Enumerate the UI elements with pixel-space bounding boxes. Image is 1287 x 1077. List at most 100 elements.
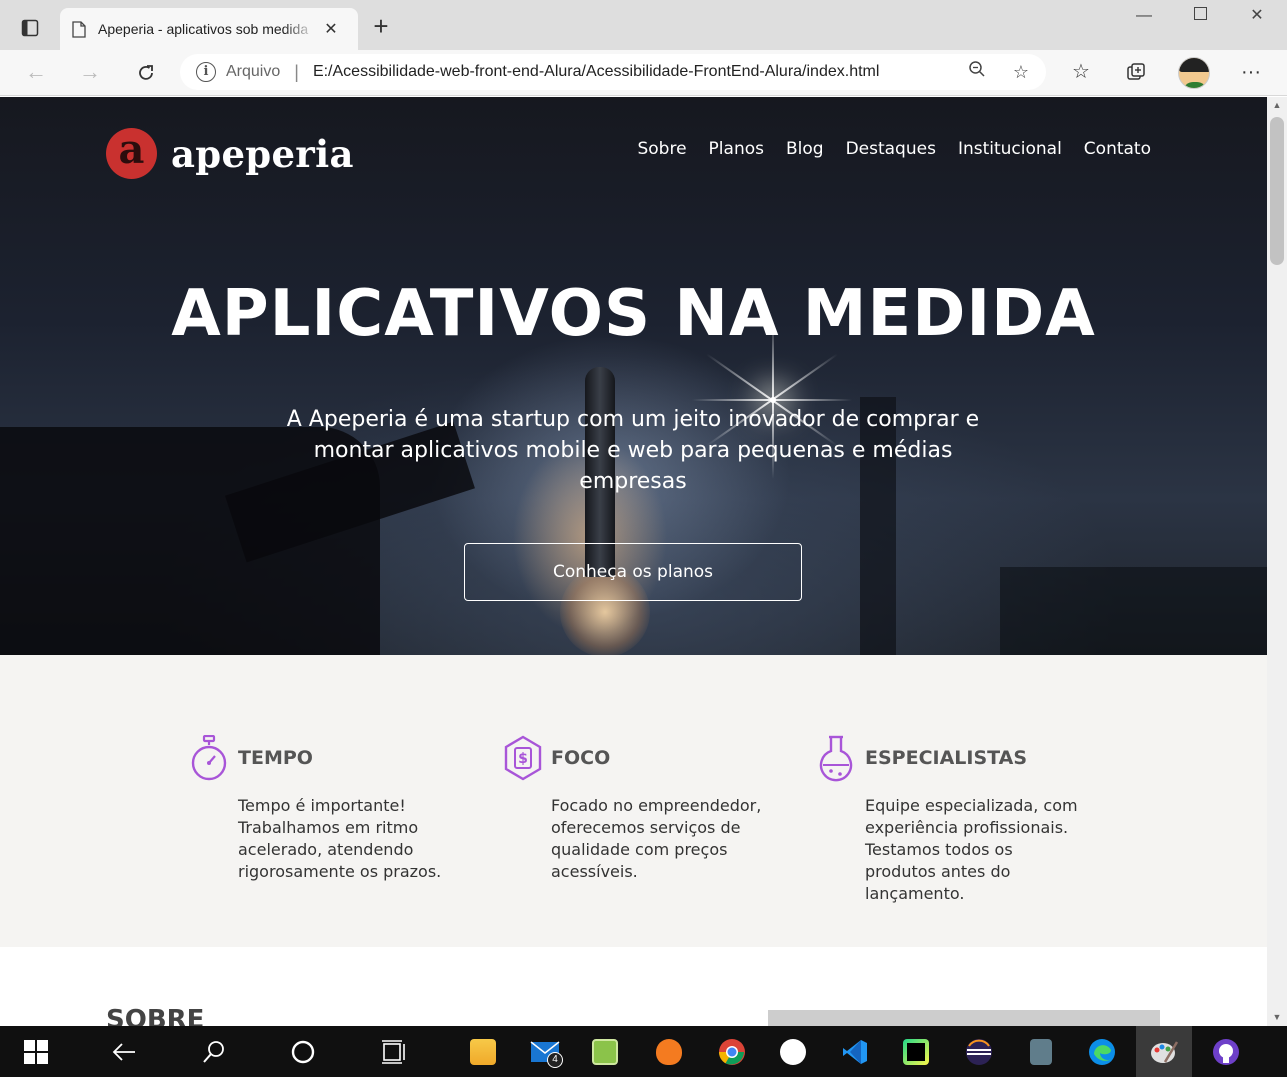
edge-button[interactable] — [1074, 1026, 1130, 1077]
pycharm-icon — [903, 1038, 929, 1065]
taskbar-back-button[interactable] — [96, 1026, 152, 1077]
start-button[interactable] — [8, 1026, 64, 1077]
file-explorer-icon — [470, 1038, 496, 1065]
close-tab-icon[interactable]: ✕ — [322, 19, 340, 39]
feature-text: Focado no empreendedor, oferecemos servi… — [551, 796, 762, 881]
url-text[interactable]: E:/Acessibilidade-web-front-end-Alura/Ac… — [313, 63, 879, 81]
task-view-icon — [382, 1039, 405, 1064]
new-tab-button[interactable]: + — [366, 12, 396, 42]
menu-item-contato[interactable]: Contato — [1084, 139, 1151, 159]
tab-title: Apeperia - aplicativos sob medida — [98, 21, 309, 37]
address-label: Arquivo — [226, 63, 281, 80]
address-separator: | — [294, 61, 299, 82]
menu-item-blog[interactable]: Blog — [786, 139, 824, 159]
tab-actions-button[interactable] — [8, 10, 52, 46]
windows-logo-icon — [24, 1039, 48, 1064]
feature-text: Equipe especializada, com experiência pr… — [865, 796, 1078, 903]
edge-icon — [1089, 1038, 1115, 1065]
scroll-thumb[interactable] — [1270, 117, 1284, 265]
add-favorite-icon[interactable]: ☆ — [1008, 60, 1034, 86]
address-bar[interactable]: i Arquivo | E:/Acessibilidade-web-front-… — [180, 54, 1046, 90]
menu-item-sobre[interactable]: Sobre — [637, 139, 686, 159]
file-explorer-button[interactable] — [455, 1026, 511, 1077]
avatar-shirt — [1183, 82, 1207, 88]
feature-title: TEMPO — [238, 747, 313, 769]
site-logo[interactable]: a apeperia — [106, 128, 354, 179]
notepad-icon — [592, 1038, 618, 1065]
back-button[interactable]: ← — [20, 58, 52, 88]
tab-actions-icon — [21, 19, 39, 37]
vscode-icon — [843, 1039, 867, 1064]
browser-tab-bar: Apeperia - aplicativos sob medida ✕ + — … — [0, 0, 1287, 50]
cortana-button[interactable] — [275, 1026, 331, 1077]
paint-icon — [1151, 1040, 1179, 1063]
close-window-button[interactable]: ✕ — [1237, 4, 1277, 30]
stopwatch-icon — [191, 735, 227, 781]
pycharm-button[interactable] — [888, 1026, 944, 1077]
back-icon — [112, 1042, 135, 1061]
scroll-up-icon[interactable]: ▲ — [1267, 97, 1287, 114]
scroll-down-icon[interactable]: ▼ — [1267, 1009, 1287, 1026]
feature-text: Tempo é importante! Trabalhamos em ritmo… — [238, 796, 442, 881]
main-menu: Sobre Planos Blog Destaques Instituciona… — [637, 139, 1151, 159]
calculator-icon — [1030, 1038, 1052, 1065]
zoom-icon[interactable] — [964, 60, 990, 86]
app-button[interactable] — [765, 1026, 821, 1077]
minimize-button[interactable]: — — [1124, 4, 1164, 30]
brave-icon — [656, 1038, 682, 1065]
svg-text:$: $ — [518, 751, 528, 767]
page-icon — [72, 20, 86, 38]
hero-ground-right — [1000, 567, 1267, 655]
more-options-icon[interactable]: ··· — [1236, 58, 1266, 88]
plans-button[interactable]: Conheça os planos — [464, 543, 802, 601]
hero-title: APLICATIVOS NA MEDIDA — [171, 277, 1096, 351]
menu-item-destaques[interactable]: Destaques — [846, 139, 936, 159]
hero-section: a apeperia Sobre Planos Blog Destaques I… — [0, 97, 1267, 655]
menu-item-institucional[interactable]: Institucional — [958, 139, 1062, 159]
task-view-button[interactable] — [366, 1026, 422, 1077]
page-viewport: a apeperia Sobre Planos Blog Destaques I… — [0, 97, 1267, 1026]
features-section: TEMPO Tempo é importante! Trabalhamos em… — [0, 655, 1267, 947]
chrome-icon — [718, 1038, 745, 1065]
menu-item-planos[interactable]: Planos — [709, 139, 764, 159]
browser-tab[interactable]: Apeperia - aplicativos sob medida ✕ — [60, 8, 358, 50]
chrome-button[interactable] — [704, 1026, 760, 1077]
collections-icon[interactable] — [1121, 58, 1151, 88]
search-icon — [203, 1040, 224, 1063]
logo-text: apeperia — [171, 131, 354, 176]
github-button[interactable] — [1198, 1026, 1254, 1077]
forward-button[interactable]: → — [74, 58, 106, 88]
maximize-icon — [1193, 7, 1207, 20]
maximize-button[interactable] — [1180, 4, 1220, 30]
page-scrollbar[interactable]: ▲ ▼ — [1267, 97, 1287, 1026]
browser-toolbar: ← → i Arquivo | E:/Acessibilidade-web-fr… — [0, 50, 1287, 96]
sobre-image — [768, 1010, 1160, 1026]
notepad-button[interactable] — [577, 1026, 633, 1077]
flask-icon — [819, 735, 853, 782]
eclipse-button[interactable] — [951, 1026, 1007, 1077]
feature-title: FOCO — [551, 747, 611, 769]
eclipse-icon — [966, 1038, 992, 1065]
dollar-hexagon-icon: $ — [504, 735, 542, 781]
info-icon[interactable]: i — [196, 62, 216, 82]
feature-title: ESPECIALISTAS — [865, 747, 1028, 769]
avatar-hair — [1179, 58, 1209, 72]
profile-avatar[interactable] — [1178, 57, 1210, 89]
calculator-button[interactable] — [1013, 1026, 1069, 1077]
logo-mark: a — [106, 128, 157, 179]
github-icon — [1213, 1038, 1239, 1065]
refresh-icon — [139, 65, 153, 80]
taskbar-search-button[interactable] — [186, 1026, 242, 1077]
refresh-button[interactable] — [130, 58, 162, 88]
paint-button[interactable] — [1136, 1026, 1192, 1077]
mail-button[interactable]: 4 — [517, 1026, 573, 1077]
app-icon — [780, 1038, 806, 1065]
cortana-icon — [291, 1040, 315, 1063]
windows-taskbar: 4 — [0, 1026, 1287, 1077]
section-title-sobre: SOBRE — [106, 1005, 205, 1026]
mail-badge: 4 — [547, 1052, 563, 1068]
brave-button[interactable] — [641, 1026, 697, 1077]
favorites-icon[interactable]: ☆ — [1066, 58, 1096, 88]
hero-subtitle: A Apeperia é uma startup com um jeito in… — [286, 407, 980, 494]
vscode-button[interactable] — [827, 1026, 883, 1077]
